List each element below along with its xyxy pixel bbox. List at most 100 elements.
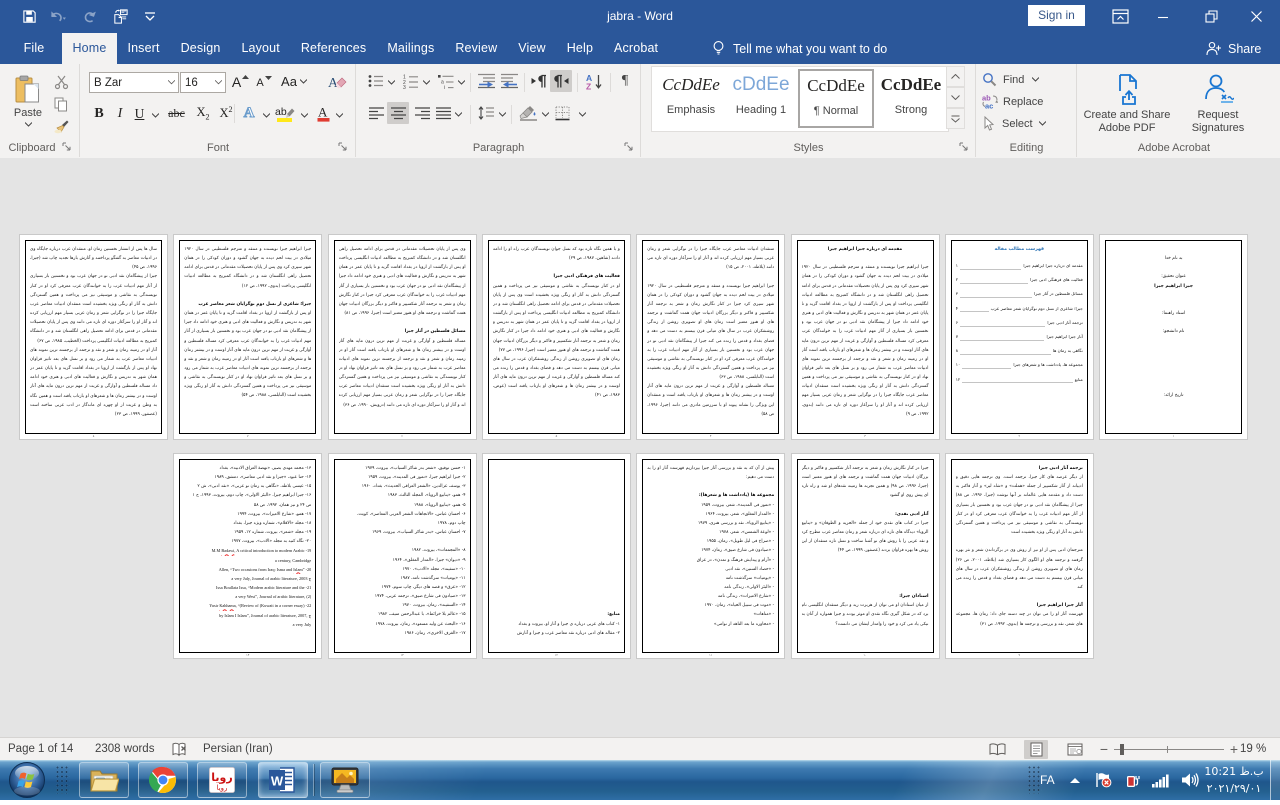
clipboard-dialog-launcher[interactable] <box>62 142 74 154</box>
document-page[interactable]: ۱- حسن توفیق، «شعر بدر شاکر السیاب»، بیر… <box>328 453 477 659</box>
zoom-in-button[interactable]: + <box>1228 738 1240 760</box>
styles-scroll-down[interactable] <box>946 87 965 108</box>
font-dialog-launcher[interactable] <box>338 142 350 154</box>
read-mode-button[interactable] <box>985 741 1009 758</box>
bold-button[interactable]: B <box>89 103 109 124</box>
justify-arrow[interactable] <box>453 107 464 121</box>
document-page[interactable]: پیش از آن که به نقد و بررسی آثار جبرا بپ… <box>636 453 785 659</box>
tray-network-icon[interactable] <box>1152 773 1169 788</box>
taskbar-media-button[interactable] <box>320 762 370 798</box>
restore-button[interactable] <box>1194 0 1228 33</box>
cut-button[interactable] <box>50 72 72 92</box>
grow-font-button[interactable]: A <box>230 71 251 92</box>
font-size-combo[interactable]: 16 <box>180 72 226 93</box>
clear-formatting-button[interactable]: A <box>325 71 349 92</box>
document-page[interactable]: منابع:۱- کتاب های عربی درباره ی جبرا و آ… <box>482 453 631 659</box>
page-indicator[interactable]: Page 1 of 14 <box>8 738 73 760</box>
subscript-button[interactable]: X2 <box>192 103 214 124</box>
style-emphasis[interactable]: CcDdEe Emphasis <box>656 70 726 126</box>
zoom-slider-thumb[interactable] <box>1120 744 1124 755</box>
borders-arrow[interactable] <box>577 107 588 121</box>
zoom-slider-track[interactable] <box>1114 749 1224 750</box>
increase-indent-button[interactable] <box>498 71 521 91</box>
taskbar-word-button[interactable]: W <box>258 762 308 798</box>
ltr-text-direction-button[interactable] <box>528 71 549 91</box>
bullets-arrow[interactable] <box>386 75 397 89</box>
replace-button[interactable]: abac Replace <box>982 92 1070 111</box>
format-painter-button[interactable] <box>50 116 72 136</box>
line-spacing-arrow[interactable] <box>497 107 508 121</box>
decrease-indent-button[interactable] <box>475 71 498 91</box>
create-share-pdf-button[interactable]: Create and ShareAdobe PDF <box>1081 68 1173 140</box>
shading-arrow[interactable] <box>540 107 551 121</box>
tell-me-box[interactable]: Tell me what you want to do <box>712 33 887 64</box>
document-page[interactable]: ترجمه آثار ادبی جبرااز دیگر عرصه های کار… <box>945 453 1094 659</box>
rtl-text-direction-button[interactable] <box>550 70 572 92</box>
tab-home[interactable]: Home <box>62 33 117 64</box>
document-page[interactable]: سال ها پس از انتشار نخستین رمان او، منتق… <box>19 234 168 440</box>
document-page[interactable]: وی پس از پایان تحصیلات مقدماتی در قدس بر… <box>328 234 477 440</box>
document-page[interactable]: جبرا ابراهیم جبرا نویسنده و منتقد و مترج… <box>173 234 322 440</box>
borders-button[interactable] <box>551 103 573 123</box>
tab-design[interactable]: Design <box>170 33 231 64</box>
text-effects-arrow[interactable] <box>260 107 272 123</box>
bullets-button[interactable] <box>366 71 386 91</box>
tray-power-icon[interactable] <box>1124 772 1140 788</box>
tab-help[interactable]: Help <box>556 33 603 64</box>
align-center-button[interactable] <box>387 102 409 124</box>
strikethrough-button[interactable]: abc <box>163 103 190 124</box>
underline-arrow[interactable] <box>149 107 161 123</box>
italic-button[interactable]: I <box>111 103 129 124</box>
highlight-button[interactable]: ab <box>273 103 297 124</box>
find-button[interactable]: Find <box>982 70 1070 89</box>
align-right-button[interactable] <box>412 103 432 123</box>
show-hide-pilcrow-button[interactable]: ¶ <box>614 71 636 91</box>
request-signatures-button[interactable]: RequestSignatures <box>1175 68 1261 140</box>
tab-review[interactable]: Review <box>445 33 508 64</box>
show-desktop-button[interactable] <box>1270 760 1280 800</box>
document-page[interactable]: ۱۳- محمد مهدی بصیر، «نهضة العراق الادبیه… <box>173 453 322 659</box>
start-button[interactable] <box>6 760 48 800</box>
justify-button[interactable] <box>433 103 453 123</box>
language-indicator[interactable]: Persian (Iran) <box>203 738 273 760</box>
document-page[interactable]: منتقدان ادبیات معاصر عرب جایگاه جبرا را … <box>636 234 785 440</box>
style-heading1[interactable]: cDdEe Heading 1 <box>726 70 796 126</box>
multilevel-arrow[interactable] <box>456 75 467 89</box>
word-count[interactable]: 2308 words <box>95 738 154 760</box>
document-page[interactable]: فهرست مطالب مقالهمقدمه ای درباره جبرا اب… <box>945 234 1094 440</box>
line-spacing-button[interactable] <box>475 103 497 123</box>
sign-in-button[interactable]: Sign in <box>1028 5 1085 26</box>
document-page[interactable]: به نام خداعنوان تحقیق:جبرا ابراهیم جبراا… <box>1099 234 1248 440</box>
style-normal-selected[interactable]: CcDdEe ¶ Normal <box>798 69 874 128</box>
tab-references[interactable]: References <box>290 33 376 64</box>
tray-show-hidden-icon[interactable] <box>1069 777 1081 784</box>
align-left-button[interactable] <box>366 103 386 123</box>
style-strong[interactable]: CcDdEe Strong <box>876 70 946 126</box>
tab-layout[interactable]: Layout <box>231 33 290 64</box>
shrink-font-button[interactable]: A <box>254 73 274 92</box>
taskbar-roya-button[interactable]: رویارویا <box>197 762 247 798</box>
tab-mailings[interactable]: Mailings <box>377 33 445 64</box>
ribbon-display-options-button[interactable] <box>1103 0 1137 33</box>
font-name-combo[interactable]: B Zar <box>89 72 179 93</box>
paragraph-dialog-launcher[interactable] <box>624 142 636 154</box>
highlight-arrow[interactable] <box>298 107 310 123</box>
change-case-button[interactable]: Aa <box>279 71 309 92</box>
share-button[interactable]: Share <box>1205 33 1261 64</box>
document-page[interactable]: و با همین نگاه تازه بود که نسل جوان نویس… <box>482 234 631 440</box>
font-color-arrow[interactable] <box>333 107 345 123</box>
web-layout-button[interactable] <box>1063 741 1087 758</box>
font-color-button[interactable]: A <box>313 103 333 124</box>
tab-view[interactable]: View <box>508 33 556 64</box>
print-layout-button[interactable] <box>1024 740 1048 759</box>
zoom-level[interactable]: 19 % <box>1240 738 1266 760</box>
close-button[interactable] <box>1239 0 1273 33</box>
copy-button[interactable] <box>50 94 72 114</box>
styles-dialog-launcher[interactable] <box>959 142 971 154</box>
multilevel-list-button[interactable]: ai <box>436 71 456 91</box>
tab-file[interactable]: File <box>6 33 62 64</box>
document-page[interactable]: مقدمه ای درباره جبرا ابراهیم جبراجبرا اب… <box>791 234 940 440</box>
zoom-out-button[interactable]: − <box>1098 738 1110 760</box>
document-canvas[interactable]: سال ها پس از انتشار نخستین رمان او، منتق… <box>0 158 1280 737</box>
styles-gallery-more[interactable] <box>946 108 965 129</box>
